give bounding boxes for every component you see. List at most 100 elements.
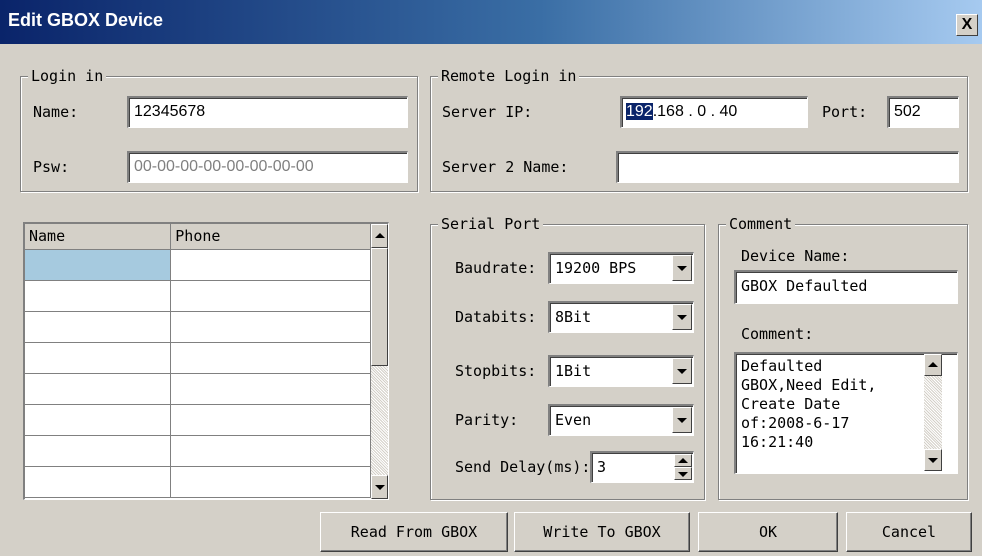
remote-login-legend: Remote Login in (438, 67, 580, 85)
databits-label: Databits: (455, 308, 537, 326)
table-row[interactable] (25, 435, 371, 467)
comment-line: of:2008-6-17 (741, 414, 850, 432)
cancel-button[interactable]: Cancel (846, 512, 972, 552)
stopbits-label: Stopbits: (455, 362, 537, 380)
scroll-up-button[interactable] (924, 354, 942, 376)
login-legend: Login in (28, 67, 107, 85)
parity-label: Parity: (455, 411, 519, 429)
server-ip-label: Server IP: (442, 103, 533, 121)
table-row[interactable] (25, 466, 371, 498)
write-to-gbox-button[interactable]: Write To GBOX (514, 512, 690, 552)
send-delay-value: 3 (597, 458, 607, 476)
table-cell-name[interactable] (25, 311, 172, 343)
comment-line: Create Date (741, 395, 841, 413)
chevron-down-icon (677, 266, 687, 271)
comment-scrollbar[interactable] (924, 354, 942, 471)
baudrate-value: 19200 BPS (555, 259, 637, 277)
device-name-label: Device Name: (741, 247, 850, 265)
table-cell-name[interactable] (25, 404, 172, 436)
chevron-down-icon (677, 315, 687, 320)
baudrate-select[interactable]: 19200 BPS (548, 252, 694, 284)
table-row[interactable] (25, 249, 371, 281)
table-scrollbar[interactable] (371, 224, 388, 499)
serial-port-legend: Serial Port (438, 215, 544, 233)
databits-dropdown-button[interactable] (672, 304, 692, 330)
table-cell-name[interactable] (25, 342, 172, 374)
table-cell-name[interactable] (25, 435, 172, 467)
table-row[interactable] (25, 404, 371, 436)
server2-name-label: Server 2 Name: (442, 158, 569, 176)
table-cell-phone[interactable] (170, 466, 371, 498)
device-name-field[interactable]: GBOX Defaulted (734, 270, 958, 304)
ip-octet-4[interactable]: 40 (719, 103, 737, 120)
phone-table[interactable]: Name Phone (23, 222, 389, 500)
stopbits-select[interactable]: 1Bit (548, 355, 694, 387)
arrow-up-icon (678, 458, 688, 463)
arrow-up-icon (374, 233, 385, 238)
scroll-down-button[interactable] (924, 449, 942, 471)
databits-value: 8Bit (555, 308, 592, 326)
scroll-up-button[interactable] (371, 224, 388, 248)
table-cell-name[interactable] (25, 466, 172, 498)
name-field[interactable]: 12345678 (127, 96, 408, 128)
ip-octet-3[interactable]: 0 (697, 103, 706, 120)
stopbits-dropdown-button[interactable] (672, 358, 692, 384)
arrow-down-icon (928, 458, 938, 463)
ip-dot: . (710, 103, 716, 120)
table-row[interactable] (25, 311, 371, 343)
server-ip-field[interactable]: 192.168 . 0 . 40 (620, 96, 808, 128)
comment-line: Defaulted (741, 357, 823, 375)
phone-table-grid: Name Phone (25, 224, 371, 498)
table-cell-phone[interactable] (170, 342, 371, 374)
spin-down-button[interactable] (674, 467, 692, 480)
column-header-name[interactable]: Name (25, 224, 172, 250)
table-cell-phone[interactable] (170, 311, 371, 343)
table-row[interactable] (25, 342, 371, 374)
stopbits-value: 1Bit (555, 362, 592, 380)
scroll-thumb[interactable] (371, 248, 388, 366)
phone-table-header: Name Phone (25, 224, 371, 250)
scroll-down-button[interactable] (371, 475, 388, 499)
comment-line: GBOX,Need Edit, (741, 376, 877, 394)
ip-octet-1[interactable]: 192 (626, 103, 653, 120)
table-cell-phone[interactable] (170, 249, 371, 281)
arrow-up-icon (928, 362, 938, 367)
port-field[interactable]: 502 (887, 96, 959, 128)
chevron-down-icon (677, 369, 687, 374)
parity-dropdown-button[interactable] (672, 407, 692, 433)
table-cell-name[interactable] (25, 249, 172, 281)
psw-label: Psw: (33, 158, 70, 176)
comment-label: Comment: (741, 325, 814, 343)
table-row[interactable] (25, 280, 371, 312)
server2-name-field[interactable] (616, 151, 959, 183)
databits-select[interactable]: 8Bit (548, 301, 694, 333)
comment-textarea[interactable]: Defaulted GBOX,Need Edit, Create Date of… (734, 352, 958, 474)
spin-up-button[interactable] (674, 454, 692, 467)
table-cell-phone[interactable] (170, 435, 371, 467)
comment-line: 16:21:40 (741, 433, 814, 451)
ip-dot: . (688, 103, 693, 120)
title-bar: Edit GBOX Device X (0, 0, 982, 44)
table-cell-phone[interactable] (170, 280, 371, 312)
table-cell-phone[interactable] (170, 373, 371, 405)
baudrate-label: Baudrate: (455, 259, 537, 277)
table-row[interactable] (25, 373, 371, 405)
parity-value: Even (555, 411, 592, 429)
send-delay-label: Send Delay(ms): (455, 458, 591, 476)
table-cell-name[interactable] (25, 280, 172, 312)
comment-legend: Comment (726, 215, 796, 233)
baudrate-dropdown-button[interactable] (672, 255, 692, 281)
table-cell-phone[interactable] (170, 404, 371, 436)
parity-select[interactable]: Even (548, 404, 694, 436)
psw-field[interactable]: 00-00-00-00-00-00-00-00 (127, 151, 408, 183)
table-cell-name[interactable] (25, 373, 172, 405)
name-label: Name: (33, 103, 79, 121)
column-header-phone[interactable]: Phone (170, 224, 371, 250)
arrow-down-icon (374, 485, 385, 490)
read-from-gbox-button[interactable]: Read From GBOX (320, 512, 508, 552)
ok-button[interactable]: OK (698, 512, 838, 552)
arrow-down-icon (678, 472, 688, 477)
ip-octet-2[interactable]: 168 (657, 103, 684, 120)
close-button[interactable]: X (956, 14, 978, 36)
send-delay-spinner[interactable]: 3 (590, 451, 694, 483)
